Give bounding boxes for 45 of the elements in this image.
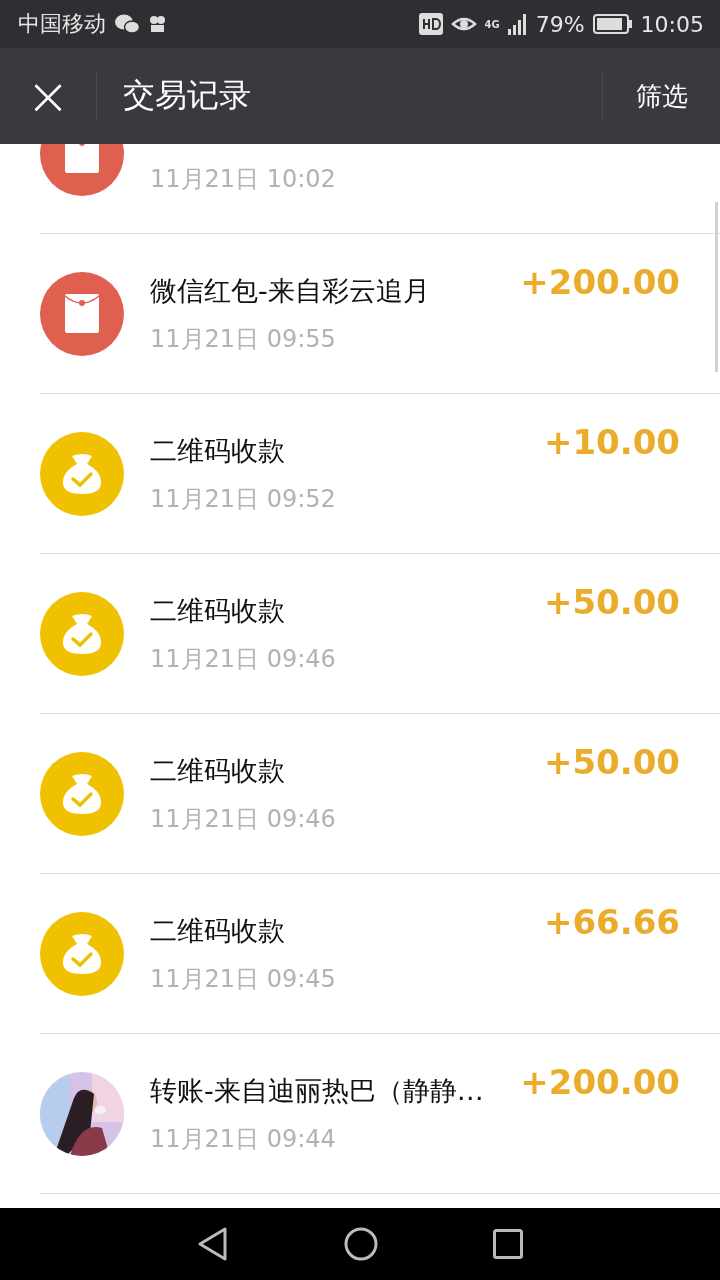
back-icon[interactable]: [197, 1227, 230, 1261]
filter-button[interactable]: 筛选: [603, 48, 720, 144]
transaction-date: 11月21日 09:44: [150, 1123, 337, 1155]
transaction-title: 二维码收款: [150, 593, 286, 625]
transaction-title: 二维码收款: [150, 913, 286, 945]
transaction-date: 11月21日 09:45: [150, 963, 337, 995]
camera-icon: [148, 14, 168, 34]
transaction-row[interactable]: 二维码收款 11月21日 09:52 +10.00: [40, 394, 720, 554]
money-bag-icon: [40, 911, 124, 996]
money-bag-icon: [40, 591, 124, 676]
transaction-amount: +66.66: [543, 902, 680, 942]
page-title: 交易记录: [123, 75, 252, 116]
battery-percent: 79%: [535, 11, 585, 37]
transaction-row[interactable]: 二维码收款 11月21日 09:45 +66.66: [40, 874, 720, 1034]
transaction-row[interactable]: 转账-来自迪丽热巴（静静… 11月21日 09:44 +200.00: [40, 1034, 720, 1194]
carrier-name: 中国移动: [18, 10, 106, 38]
battery-icon: [592, 14, 633, 34]
transaction-row[interactable]: 二维码收款 11月21日 09:46 +50.00: [40, 714, 720, 874]
close-button[interactable]: ×: [0, 48, 96, 144]
recents-icon[interactable]: [492, 1229, 523, 1259]
transaction-amount: +50.00: [543, 582, 680, 622]
money-bag-icon: [40, 431, 124, 516]
transaction-amount: +10.00: [543, 422, 680, 462]
signal-icon: [507, 13, 528, 35]
transaction-title: 二维码收款: [150, 753, 286, 785]
network-type: 4G: [484, 18, 500, 30]
transaction-row[interactable]: 微信红包-来自彩云追月 11月21日 09:55 +200.00: [40, 234, 720, 394]
transaction-date: 11月21日 09:55: [150, 323, 337, 355]
transaction-title: 微信红包-来自彩云追月: [150, 273, 431, 305]
transaction-title: 二维码收款: [150, 433, 286, 465]
transaction-row[interactable]: 二维码收款 11月21日 09:46 +50.00: [40, 554, 720, 714]
envelope-icon: [40, 271, 124, 356]
transaction-date: 11月21日 10:02: [150, 163, 337, 195]
hd-icon: [418, 13, 443, 35]
transaction-date: 11月21日 09:46: [150, 803, 337, 835]
money-bag-icon: [40, 751, 124, 836]
transaction-amount: +50.00: [543, 742, 680, 782]
home-icon[interactable]: [344, 1227, 378, 1261]
chat-bubbles-icon: [114, 13, 140, 35]
transaction-date: 11月21日 09:46: [150, 643, 337, 675]
transaction-amount: +200.00: [520, 1062, 680, 1102]
transaction-title: 转账-来自迪丽热巴（静静…: [150, 1073, 485, 1105]
transaction-date: 11月21日 09:52: [150, 483, 337, 515]
clock: 10:05: [640, 11, 704, 37]
transaction-amount: +200.00: [520, 262, 680, 302]
